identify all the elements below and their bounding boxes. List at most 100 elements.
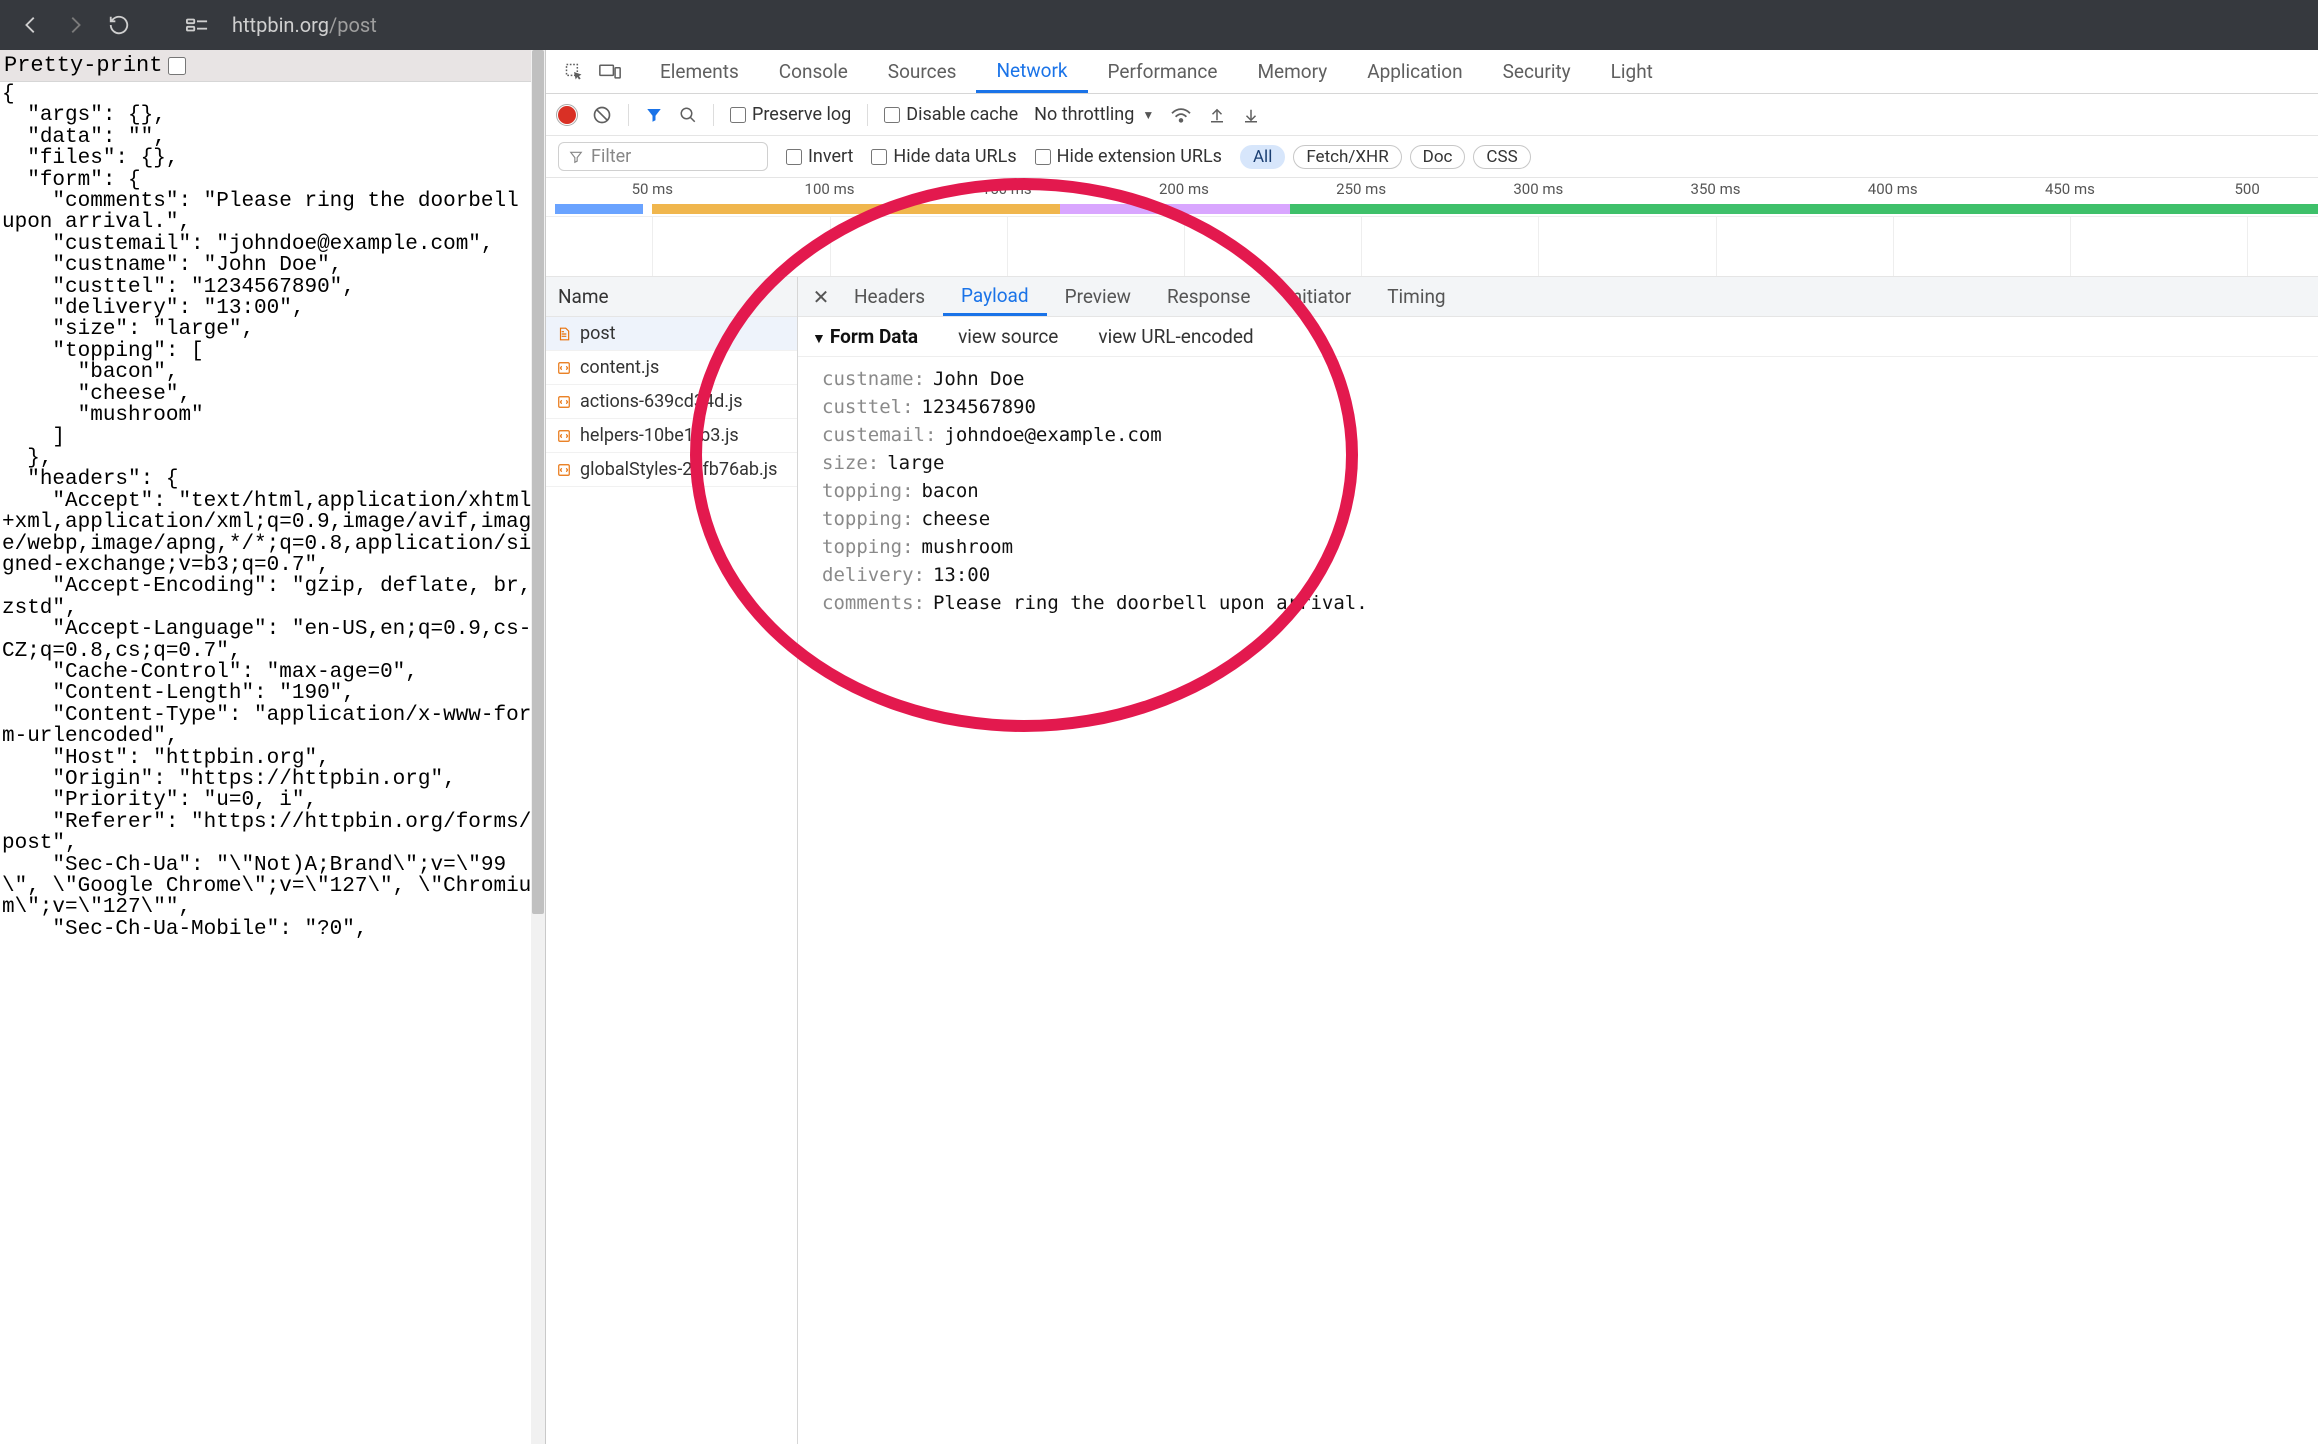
request-list-header[interactable]: Name (546, 277, 797, 317)
hide-data-urls-checkbox[interactable]: Hide data URLs (871, 146, 1016, 167)
view-source-link[interactable]: view source (958, 325, 1058, 348)
devtools-panel: ElementsConsoleSourcesNetworkPerformance… (546, 50, 2318, 1444)
hide-extension-urls-checkbox[interactable]: Hide extension URLs (1035, 146, 1222, 167)
url-host: httpbin.org (232, 13, 329, 37)
filter-toggle-icon[interactable] (645, 106, 663, 124)
form-data-key: topping: (822, 508, 914, 530)
form-data-row: topping:cheese (822, 505, 2302, 533)
form-data-key: comments: (822, 592, 925, 614)
payload-header: ▼Form Data view source view URL-encoded (798, 317, 2318, 357)
back-button[interactable] (18, 12, 44, 38)
time-tick: 300 ms (1513, 180, 1563, 198)
network-filter-bar: Filter Invert Hide data URLs Hide extens… (546, 136, 2318, 178)
time-tick: 350 ms (1691, 180, 1741, 198)
page-content: Pretty-print { "args": {}, "data": "", "… (0, 50, 546, 1444)
devtools-tab-application[interactable]: Application (1347, 50, 1482, 93)
form-data-key: custname: (822, 368, 925, 390)
form-data-list: custname: John Doe custtel:1234567890custe… (798, 357, 2318, 633)
timeline-overview (546, 202, 2318, 216)
chevron-down-icon: ▼ (1142, 108, 1154, 122)
response-json: { "args": {}, "data": "", "files": {}, "… (0, 82, 545, 942)
request-label: globalStyles-22fb76ab.js (580, 459, 777, 480)
import-har-icon[interactable] (1208, 106, 1226, 124)
script-icon (556, 360, 572, 376)
close-detail-button[interactable]: ✕ (806, 285, 836, 309)
form-data-row: custtel:1234567890 (822, 393, 2302, 421)
form-data-row: custemail:johndoe@example.com (822, 421, 2302, 449)
type-pill-doc[interactable]: Doc (1410, 145, 1466, 169)
devtools-tab-elements[interactable]: Elements (640, 50, 759, 93)
address-bar[interactable]: httpbin.org/post (232, 13, 377, 37)
time-tick: 500 (2234, 180, 2259, 198)
type-pill-css[interactable]: CSS (1473, 145, 1530, 169)
clear-button[interactable] (592, 105, 612, 125)
form-data-key: size: (822, 452, 879, 474)
document-icon (556, 326, 572, 342)
script-icon (556, 428, 572, 444)
time-tick: 450 ms (2045, 180, 2095, 198)
detail-tabbar: ✕ HeadersPayloadPreviewResponseInitiator… (798, 277, 2318, 317)
inspect-icon[interactable] (556, 50, 592, 93)
pretty-print-bar: Pretty-print (0, 50, 545, 82)
request-label: helpers-10be1fb3.js (580, 425, 739, 446)
form-data-value: John Doe (933, 368, 1025, 390)
form-data-key: topping: (822, 480, 914, 502)
devtools-tab-security[interactable]: Security (1483, 50, 1591, 93)
devtools-tab-network[interactable]: Network (976, 50, 1087, 93)
devtools-tab-console[interactable]: Console (759, 50, 868, 93)
form-data-title[interactable]: ▼Form Data (812, 325, 918, 348)
reload-button[interactable] (106, 12, 132, 38)
type-pill-fetch-xhr[interactable]: Fetch/XHR (1293, 145, 1401, 169)
preserve-log-checkbox[interactable]: Preserve log (730, 104, 851, 125)
browser-toolbar: httpbin.org/post (0, 0, 2318, 50)
time-tick: 150 ms (982, 180, 1032, 198)
scrollbar-thumb[interactable] (532, 50, 544, 914)
detail-tab-initiator[interactable]: Initiator (1268, 277, 1369, 316)
throttling-select[interactable]: No throttling ▼ (1034, 104, 1154, 125)
record-button[interactable] (558, 106, 576, 124)
request-row[interactable]: post (546, 317, 797, 351)
site-info-icon[interactable] (184, 12, 210, 38)
request-row[interactable]: content.js (546, 351, 797, 385)
request-detail: ✕ HeadersPayloadPreviewResponseInitiator… (798, 277, 2318, 1444)
detail-tab-response[interactable]: Response (1149, 277, 1268, 316)
network-toolbar: Preserve log Disable cache No throttling… (546, 94, 2318, 136)
form-data-value: mushroom (922, 536, 1014, 558)
form-data-key: topping: (822, 536, 914, 558)
form-data-key: custtel: (822, 396, 914, 418)
form-data-row: delivery:13:00 (822, 561, 2302, 589)
detail-tab-timing[interactable]: Timing (1369, 277, 1463, 316)
forward-button[interactable] (62, 12, 88, 38)
devtools-tab-memory[interactable]: Memory (1237, 50, 1347, 93)
network-conditions-icon[interactable] (1170, 106, 1192, 124)
request-row[interactable]: actions-639cd34d.js (546, 385, 797, 419)
form-data-value: Please ring the doorbell upon arrival. (933, 592, 1368, 614)
request-row[interactable]: globalStyles-22fb76ab.js (546, 453, 797, 487)
export-har-icon[interactable] (1242, 106, 1260, 124)
device-toggle-icon[interactable] (592, 50, 628, 93)
detail-tab-preview[interactable]: Preview (1047, 277, 1149, 316)
form-data-value: johndoe@example.com (944, 424, 1161, 446)
search-icon[interactable] (679, 106, 697, 124)
pretty-print-label: Pretty-print (4, 53, 162, 78)
filter-input[interactable]: Filter (558, 142, 768, 171)
view-url-encoded-link[interactable]: view URL-encoded (1098, 325, 1253, 348)
form-data-row: topping: mushroom (822, 533, 2302, 561)
devtools-tab-sources[interactable]: Sources (868, 50, 977, 93)
network-timeline[interactable]: 50 ms100 ms150 ms200 ms250 ms300 ms350 m… (546, 178, 2318, 277)
pretty-print-checkbox[interactable] (168, 57, 186, 75)
devtools-tab-performance[interactable]: Performance (1088, 50, 1238, 93)
devtools-tab-light[interactable]: Light (1591, 50, 1673, 93)
detail-tab-headers[interactable]: Headers (836, 277, 943, 316)
form-data-value: bacon (922, 480, 979, 502)
script-icon (556, 394, 572, 410)
request-row[interactable]: helpers-10be1fb3.js (546, 419, 797, 453)
invert-checkbox[interactable]: Invert (786, 146, 853, 167)
disable-cache-checkbox[interactable]: Disable cache (884, 104, 1018, 125)
type-pill-all[interactable]: All (1240, 145, 1285, 169)
time-tick: 250 ms (1336, 180, 1386, 198)
page-scrollbar[interactable] (531, 50, 545, 1444)
request-label: content.js (580, 357, 659, 378)
form-data-row: size:large (822, 449, 2302, 477)
detail-tab-payload[interactable]: Payload (943, 277, 1047, 316)
